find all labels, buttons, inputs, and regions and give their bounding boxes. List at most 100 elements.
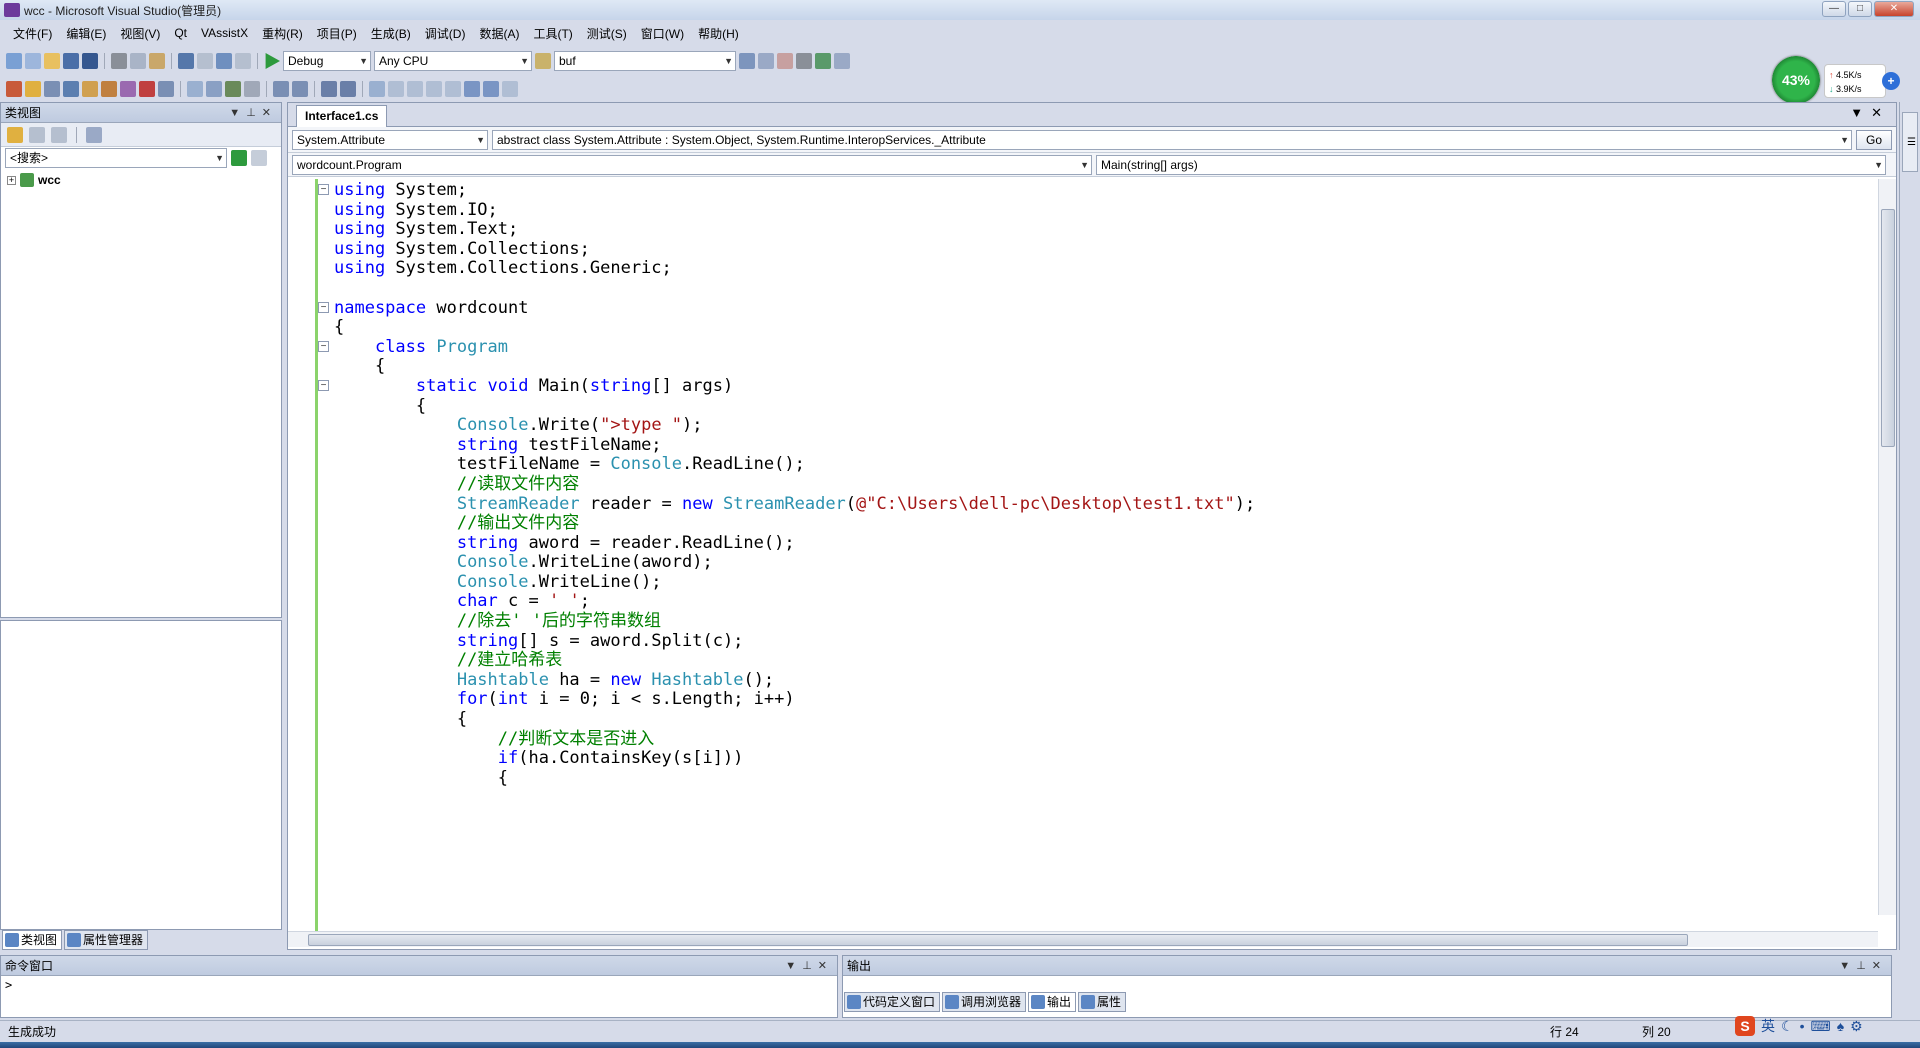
sogou-ime-icon[interactable]: S xyxy=(1735,1016,1755,1036)
type-select[interactable]: System.Attribute ▼ xyxy=(292,129,488,150)
code-line[interactable]: using System.Text; xyxy=(334,219,1255,240)
tab-properties[interactable]: 属性 xyxy=(1078,992,1127,1012)
prev-bookmark-folder-icon[interactable] xyxy=(426,81,442,97)
insert-snippet-icon[interactable] xyxy=(120,81,136,97)
goto-implementation-icon[interactable] xyxy=(82,81,98,97)
code-line[interactable]: //判断文本是否进入 xyxy=(334,729,1255,750)
vertical-scrollbar[interactable] xyxy=(1878,179,1896,915)
memory-usage-ring[interactable]: 43% xyxy=(1772,56,1820,104)
pin-icon[interactable]: ⊥ xyxy=(246,107,262,119)
expand-icon[interactable]: + xyxy=(7,175,16,185)
menu-edit[interactable]: 编辑(E) xyxy=(59,25,113,42)
command-input[interactable]: > xyxy=(1,976,837,994)
redo-icon[interactable] xyxy=(197,53,213,69)
code-line[interactable]: using System.Collections.Generic; xyxy=(334,259,1255,279)
code-line[interactable]: static void Main(string[] args) xyxy=(334,376,1255,397)
menu-help[interactable]: 帮助(H) xyxy=(691,25,746,42)
tab-class-view[interactable]: 类视图 xyxy=(2,930,63,950)
toolbox-icon[interactable] xyxy=(796,53,812,69)
comment-lines-icon[interactable] xyxy=(321,81,337,97)
undo-icon[interactable] xyxy=(178,53,194,69)
platform-select[interactable]: Any CPU ▼ xyxy=(374,51,532,71)
code-line[interactable]: //读取文件内容 xyxy=(334,474,1255,495)
code-line[interactable]: { xyxy=(334,709,1255,730)
code-line[interactable]: if(ha.ContainsKey(s[i])) xyxy=(334,748,1255,769)
open-file-in-solution-icon[interactable] xyxy=(6,81,22,97)
fold-toggle-icon[interactable]: − xyxy=(318,184,329,195)
new-folder-icon[interactable] xyxy=(7,126,23,143)
menu-data[interactable]: 数据(A) xyxy=(472,25,526,42)
next-bookmark-icon[interactable] xyxy=(407,81,423,97)
fold-toggle-icon[interactable]: − xyxy=(318,341,329,352)
close-icon[interactable]: ✕ xyxy=(1871,105,1890,120)
uncomment-lines-icon[interactable] xyxy=(340,81,356,97)
prev-bookmark-doc-icon[interactable] xyxy=(464,81,480,97)
code-line[interactable]: for(int i = 0; i < s.Length; i++) xyxy=(334,690,1255,710)
start-page-icon[interactable] xyxy=(815,53,831,69)
reparse-icon[interactable] xyxy=(158,81,174,97)
code-line[interactable]: string[] s = aword.Split(c); xyxy=(334,631,1255,652)
search-go-icon[interactable] xyxy=(231,150,247,166)
code-line[interactable]: //输出文件内容 xyxy=(334,513,1255,534)
menu-view[interactable]: 视图(V) xyxy=(113,25,167,42)
chevron-down-icon[interactable]: ▼ xyxy=(785,960,802,972)
menu-tools[interactable]: 工具(T) xyxy=(526,25,579,42)
keyboard-icon[interactable]: ⌨ xyxy=(1810,1018,1830,1035)
properties-icon[interactable] xyxy=(758,53,774,69)
code-line[interactable]: StreamReader reader = new StreamReader(@… xyxy=(334,494,1255,515)
code-line[interactable]: char c = ' '; xyxy=(334,592,1255,612)
code-line[interactable]: using System.Collections; xyxy=(334,239,1255,260)
network-speed-widget[interactable]: ↑ 4.5K/s ↓ 3.9K/s 43% + xyxy=(1772,56,1900,108)
list-members-icon[interactable] xyxy=(206,81,222,97)
pin-icon[interactable]: ⊥ xyxy=(1856,960,1872,972)
code-line[interactable]: testFileName = Console.ReadLine(); xyxy=(334,455,1255,475)
find-symbol-icon[interactable] xyxy=(25,81,41,97)
menu-build[interactable]: 生成(B) xyxy=(364,25,418,42)
maximize-button[interactable]: □ xyxy=(1848,1,1872,17)
menu-test[interactable]: 测试(S) xyxy=(580,25,634,42)
menu-project[interactable]: 项目(P) xyxy=(310,25,364,42)
type-description[interactable]: abstract class System.Attribute : System… xyxy=(492,129,1852,150)
new-project-icon[interactable] xyxy=(6,53,22,69)
solution-explorer-icon[interactable] xyxy=(739,53,755,69)
navigate-forward-icon[interactable] xyxy=(235,53,251,69)
skin-icon[interactable]: ♠ xyxy=(1837,1018,1844,1034)
code-line[interactable]: class Program xyxy=(334,337,1255,358)
settings-icon[interactable] xyxy=(86,126,102,143)
tab-property-manager[interactable]: 属性管理器 xyxy=(64,930,149,950)
member-select[interactable]: Main(string[] args) ▼ xyxy=(1096,154,1886,175)
tab-interface1-cs[interactable]: Interface1.cs xyxy=(296,105,388,127)
start-debug-icon[interactable] xyxy=(265,53,280,69)
save-all-icon[interactable] xyxy=(82,53,98,69)
next-bookmark-folder-icon[interactable] xyxy=(445,81,461,97)
refactor-icon[interactable] xyxy=(101,81,117,97)
code-line[interactable]: { xyxy=(334,768,1255,789)
code-line[interactable]: string testFileName; xyxy=(334,435,1255,456)
decrease-indent-icon[interactable] xyxy=(273,81,289,97)
find-in-files-icon[interactable] xyxy=(535,53,551,69)
code-line[interactable]: Hashtable ha = new Hashtable(); xyxy=(334,670,1255,691)
command-window-icon[interactable] xyxy=(834,53,850,69)
next-bookmark-doc-icon[interactable] xyxy=(483,81,499,97)
open-file-icon[interactable] xyxy=(44,53,60,69)
go-button[interactable]: Go xyxy=(1856,129,1892,150)
copy-icon[interactable] xyxy=(130,53,146,69)
scrollbar-thumb[interactable] xyxy=(1881,209,1895,447)
back-icon[interactable] xyxy=(29,126,45,143)
code-area[interactable]: − − − − using System; using System.IO; usi… xyxy=(288,179,1878,931)
code-line[interactable]: //建立哈希表 xyxy=(334,650,1255,671)
chevron-down-icon[interactable]: ▼ xyxy=(229,107,246,119)
increase-indent-icon[interactable] xyxy=(292,81,308,97)
open-corresponding-icon[interactable] xyxy=(63,81,79,97)
accelerate-button[interactable]: + xyxy=(1882,72,1900,90)
tab-code-definition[interactable]: 代码定义窗口 xyxy=(844,992,941,1012)
forward-icon[interactable] xyxy=(51,126,67,143)
minimize-button[interactable]: — xyxy=(1822,1,1846,17)
code-line[interactable]: //除去' '后的字符串数组 xyxy=(334,611,1255,632)
menu-window[interactable]: 窗口(W) xyxy=(634,25,691,42)
pin-icon[interactable]: ⊥ xyxy=(802,960,818,972)
find-combo[interactable]: buf ▼ xyxy=(554,51,736,71)
prev-bookmark-icon[interactable] xyxy=(388,81,404,97)
menu-qt[interactable]: Qt xyxy=(167,26,194,40)
quick-info-icon[interactable] xyxy=(244,81,260,97)
